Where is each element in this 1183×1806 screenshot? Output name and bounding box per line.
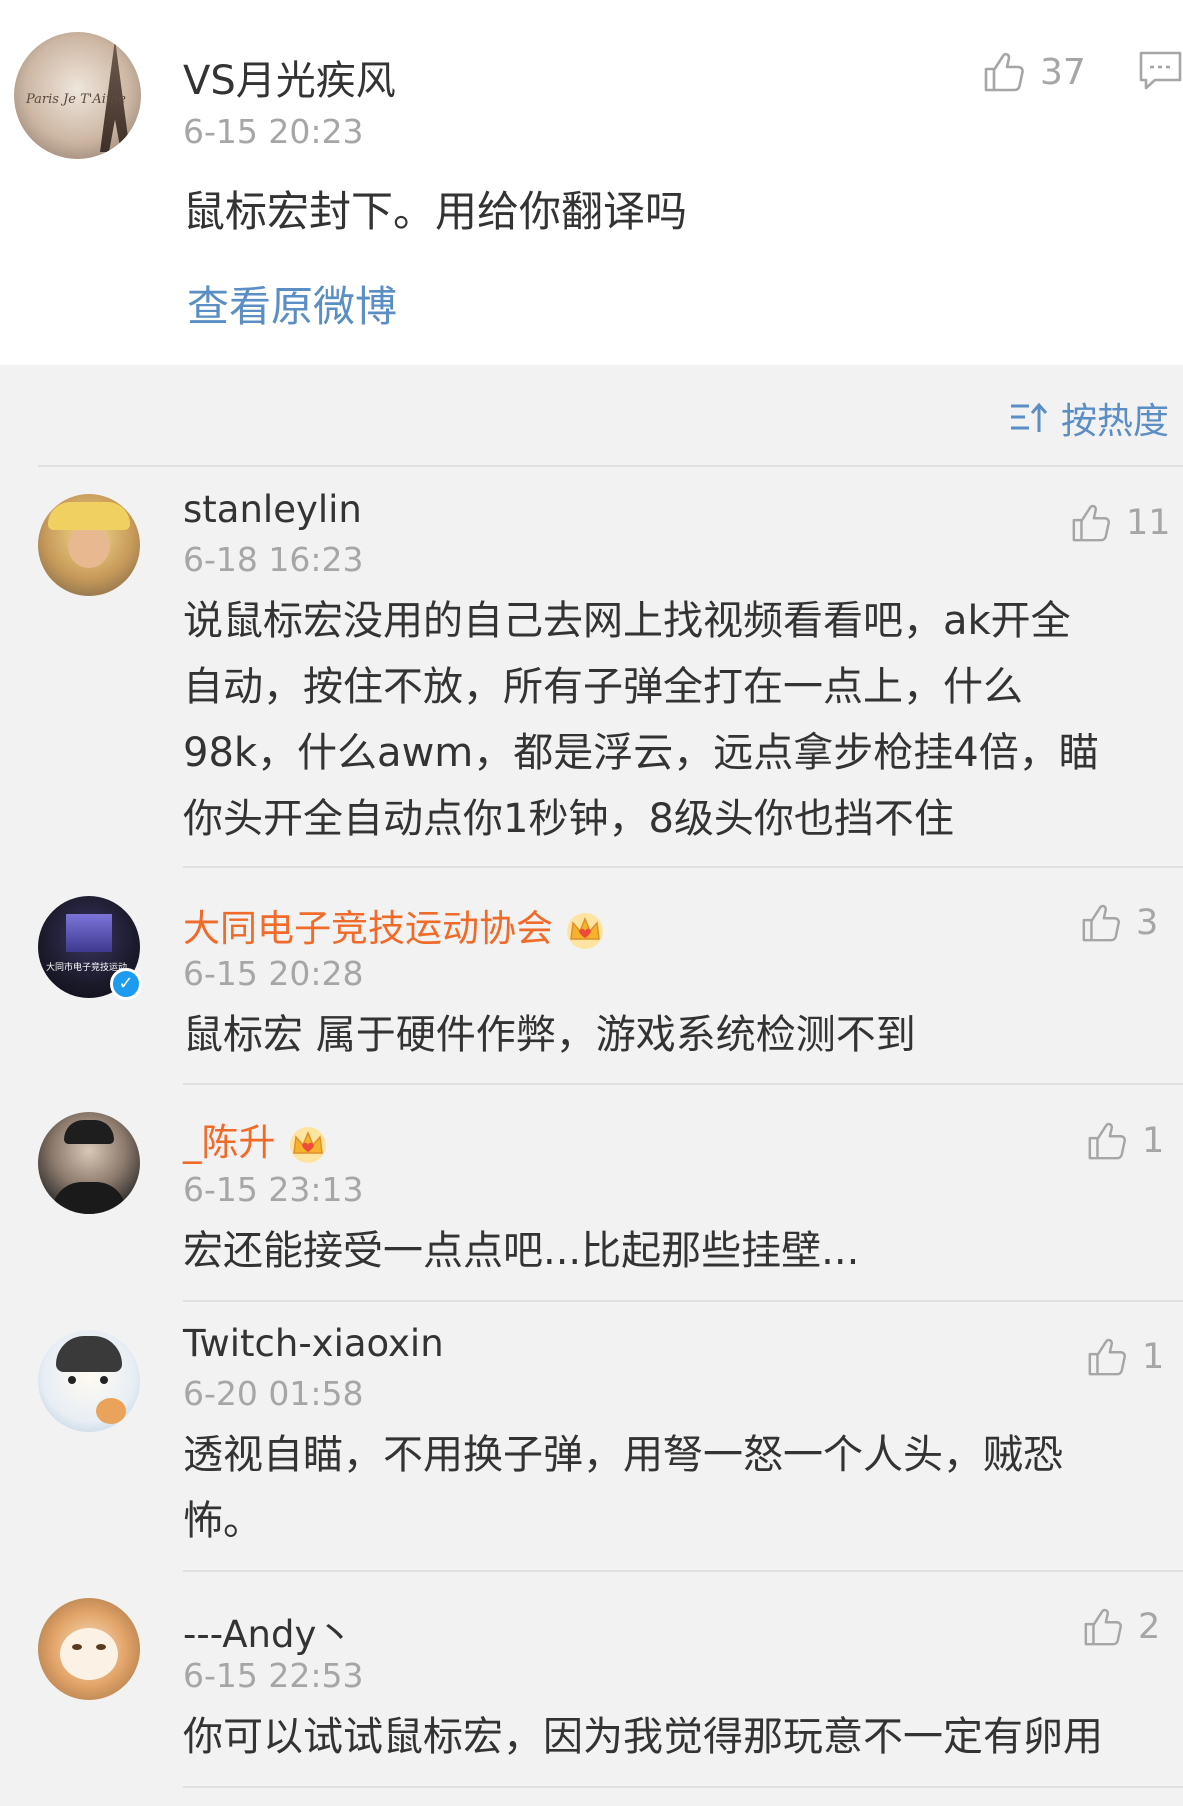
comment-text-line: 自动，按住不放，所有子弹全打在一点上，什么: [183, 664, 1023, 710]
divider: [183, 1300, 1183, 1302]
comment-like-count: 3: [1136, 903, 1159, 943]
sort-icon: [1010, 402, 1048, 432]
comment-text-line: 鼠标宏 属于硬件作弊，游戏系统检测不到: [183, 1012, 916, 1058]
comment-timestamp: 6-18 16:23: [183, 540, 364, 579]
commenter-avatar[interactable]: [38, 1598, 140, 1700]
commenter-name-text: 大同电子竞技运动协会: [183, 907, 553, 950]
commenter-avatar[interactable]: [38, 1112, 140, 1214]
comment-like-button[interactable]: 1: [1086, 1332, 1164, 1382]
commenter-name[interactable]: _陈升: [183, 1112, 330, 1166]
post-author-name[interactable]: VS月光疾风: [183, 48, 396, 106]
divider: [183, 1083, 1183, 1085]
thumbs-up-icon: [1082, 904, 1120, 942]
commenter-avatar[interactable]: 大同市电子竞技运动 ✓: [38, 896, 142, 1000]
comment-like-count: 2: [1138, 1607, 1161, 1647]
comment-text-line: 98k，什么awm，都是浮云，远点拿步枪挂4倍，瞄: [183, 730, 1099, 776]
comment-text-line: 你可以试试鼠标宏，因为我觉得那玩意不一定有卵用: [183, 1714, 1103, 1760]
view-original-link[interactable]: 查看原微博: [187, 273, 397, 334]
comment-timestamp: 6-15 23:13: [183, 1170, 364, 1209]
comment-like-button[interactable]: 1: [1086, 1116, 1164, 1166]
post-like-button[interactable]: 37: [982, 48, 1086, 96]
thumbs-up-icon: [1072, 504, 1110, 542]
commenter-name[interactable]: stanleylin: [183, 488, 362, 531]
divider: [183, 866, 1183, 868]
comment-icon[interactable]: [1138, 50, 1183, 92]
sort-label: 按热度: [1060, 401, 1169, 442]
comment-like-button[interactable]: 2: [1082, 1602, 1160, 1652]
commenter-avatar[interactable]: [38, 1330, 140, 1432]
comment-text-line: 怖。: [183, 1498, 263, 1544]
comment-timestamp: 6-15 20:28: [183, 954, 364, 993]
comment-like-button[interactable]: 11: [1070, 498, 1171, 548]
commenter-name[interactable]: ---Andy丶: [183, 1604, 353, 1658]
divider: [183, 1786, 1183, 1788]
comment-timestamp: 6-15 22:53: [183, 1656, 364, 1695]
comment-text-line: 说鼠标宏没用的自己去网上找视频看看吧，ak开全: [183, 598, 1071, 644]
post-like-count: 37: [1040, 51, 1086, 93]
vip-crown-icon: [289, 1126, 326, 1163]
thumbs-up-icon: [1084, 1608, 1122, 1646]
comment-timestamp: 6-20 01:58: [183, 1374, 364, 1413]
comment-like-count: 1: [1142, 1121, 1165, 1161]
comment-like-count: 11: [1126, 503, 1171, 543]
post-text: 鼠标宏封下。用给你翻译吗: [183, 187, 688, 236]
commenter-avatar[interactable]: [38, 494, 140, 596]
commenter-name[interactable]: 大同电子竞技运动协会: [183, 898, 607, 952]
divider: [183, 1570, 1183, 1572]
comment-text-line: 透视自瞄，不用换子弹，用弩一怒一个人头，贼恐: [183, 1432, 1063, 1478]
commenter-name[interactable]: Twitch-xiaoxin: [183, 1322, 444, 1365]
thumbs-up-icon: [1088, 1122, 1126, 1160]
thumbs-up-icon: [984, 52, 1024, 92]
comment-like-count: 1: [1142, 1337, 1165, 1377]
post-timestamp: 6-15 20:23: [183, 112, 364, 151]
thumbs-up-icon: [1088, 1338, 1126, 1376]
comment-text-line: 宏还能接受一点点吧...比起那些挂壁...: [183, 1228, 860, 1274]
verified-badge-icon: ✓: [110, 968, 142, 1000]
comments-page: Paris Je T'Aime VS月光疾风 6-15 20:23 37 鼠标宏…: [0, 0, 1183, 1806]
sort-by-hot-button[interactable]: 按热度: [1009, 392, 1169, 444]
original-post-card: Paris Je T'Aime VS月光疾风 6-15 20:23 37 鼠标宏…: [0, 0, 1183, 365]
divider: [38, 465, 1183, 467]
post-author-avatar[interactable]: Paris Je T'Aime: [14, 32, 141, 159]
comment-like-button[interactable]: 3: [1080, 898, 1158, 948]
avatar-script-text: Paris Je T'Aime: [26, 92, 126, 107]
comment-text-line: 你头开全自动点你1秒钟，8级头你也挡不住: [183, 796, 954, 842]
vip-crown-icon: [567, 912, 603, 949]
commenter-name-text: _陈升: [183, 1121, 276, 1164]
